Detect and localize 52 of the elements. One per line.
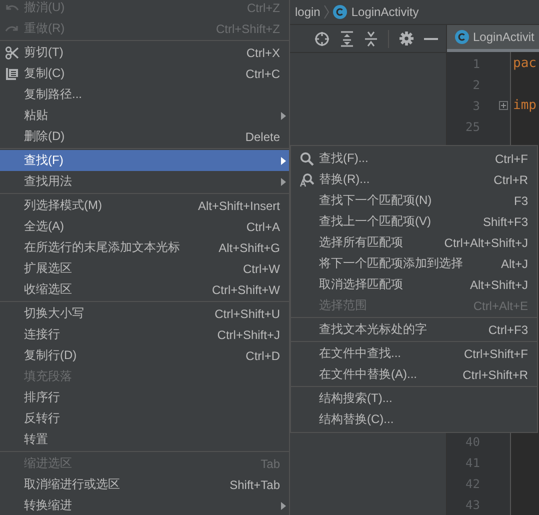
- fold-icon[interactable]: [499, 101, 508, 110]
- menu-item[interactable]: 查找上一个匹配项(V) Shift+F3: [291, 211, 537, 232]
- undo-icon: [5, 2, 19, 12]
- menu-item[interactable]: 转置: [0, 429, 289, 450]
- replace-icon: [300, 172, 314, 186]
- menu-item[interactable]: 选择所有匹配项 Ctrl+Alt+Shift+J: [291, 232, 537, 253]
- menu-item[interactable]: 反转行: [0, 408, 289, 429]
- menu-item[interactable]: 复制路径...: [0, 84, 289, 105]
- menu-item[interactable]: 复制行(D) Ctrl+D: [0, 345, 289, 366]
- class-icon: [333, 5, 348, 19]
- breadcrumb-item[interactable]: login: [295, 5, 320, 19]
- redo-icon: [5, 24, 19, 34]
- locate-icon[interactable]: [314, 30, 330, 46]
- copy-icon: [5, 66, 19, 80]
- chevron-icon: [324, 5, 330, 19]
- menu-item[interactable]: 剪切(T) Ctrl+X: [0, 42, 289, 63]
- menu-item[interactable]: 转换缩进: [0, 495, 289, 515]
- menu-item[interactable]: 排序行: [0, 387, 289, 408]
- menu-item[interactable]: 收缩选区 Ctrl+Shift+W: [0, 279, 289, 300]
- minimize-icon[interactable]: [424, 36, 438, 40]
- class-icon: [455, 30, 469, 44]
- menu-item[interactable]: 将下一个匹配项添加到选择 Alt+J: [291, 253, 537, 274]
- scissors-icon: [5, 46, 19, 60]
- menu-item[interactable]: 取消缩进行或选区 Shift+Tab: [0, 474, 289, 495]
- code-line: imp: [513, 98, 536, 113]
- menu-item[interactable]: 在所选行的末尾添加文本光标 Alt+Shift+G: [0, 237, 289, 258]
- editor-tab[interactable]: LoginActivit: [447, 25, 539, 52]
- menu-item[interactable]: 全选(A) Ctrl+A: [0, 216, 289, 237]
- menu-item[interactable]: 替换(R)... Ctrl+R: [291, 169, 537, 190]
- search-icon: [300, 152, 314, 166]
- menu-item[interactable]: 复制(C) Ctrl+C: [0, 63, 289, 84]
- menu-item[interactable]: 粘贴: [0, 105, 289, 126]
- menu-item[interactable]: 列选择模式(M) Alt+Shift+Insert: [0, 195, 289, 216]
- menu-item[interactable]: 查找文本光标处的字 Ctrl+F3: [291, 319, 537, 340]
- menu-item[interactable]: 在文件中替换(A)... Ctrl+Shift+R: [291, 364, 537, 385]
- menu-item[interactable]: 查找(F): [0, 150, 289, 171]
- collapse-all-icon[interactable]: [364, 30, 378, 46]
- menu-item[interactable]: 连接行 Ctrl+Shift+J: [0, 324, 289, 345]
- menu-item[interactable]: 结构搜索(T)...: [291, 388, 537, 409]
- settings-icon[interactable]: [399, 31, 414, 46]
- expand-all-icon[interactable]: [340, 30, 354, 46]
- menu-item[interactable]: 查找(F)... Ctrl+F: [291, 148, 537, 169]
- menu-item[interactable]: 在文件中查找... Ctrl+Shift+F: [291, 343, 537, 364]
- menu-item[interactable]: 查找用法: [0, 171, 289, 192]
- menu-item[interactable]: 扩展选区 Ctrl+W: [0, 258, 289, 279]
- menu-item[interactable]: 结构替换(C)...: [291, 409, 537, 430]
- menu-item[interactable]: 删除(D) Delete: [0, 126, 289, 147]
- menu-item[interactable]: 取消选择匹配项 Alt+Shift+J: [291, 274, 537, 295]
- menu-item[interactable]: 查找下一个匹配项(N) F3: [291, 190, 537, 211]
- menu-item[interactable]: 切换大小写 Ctrl+Shift+U: [0, 303, 289, 324]
- breadcrumb-item[interactable]: LoginActivity: [351, 5, 419, 19]
- code-line: pac: [513, 56, 536, 71]
